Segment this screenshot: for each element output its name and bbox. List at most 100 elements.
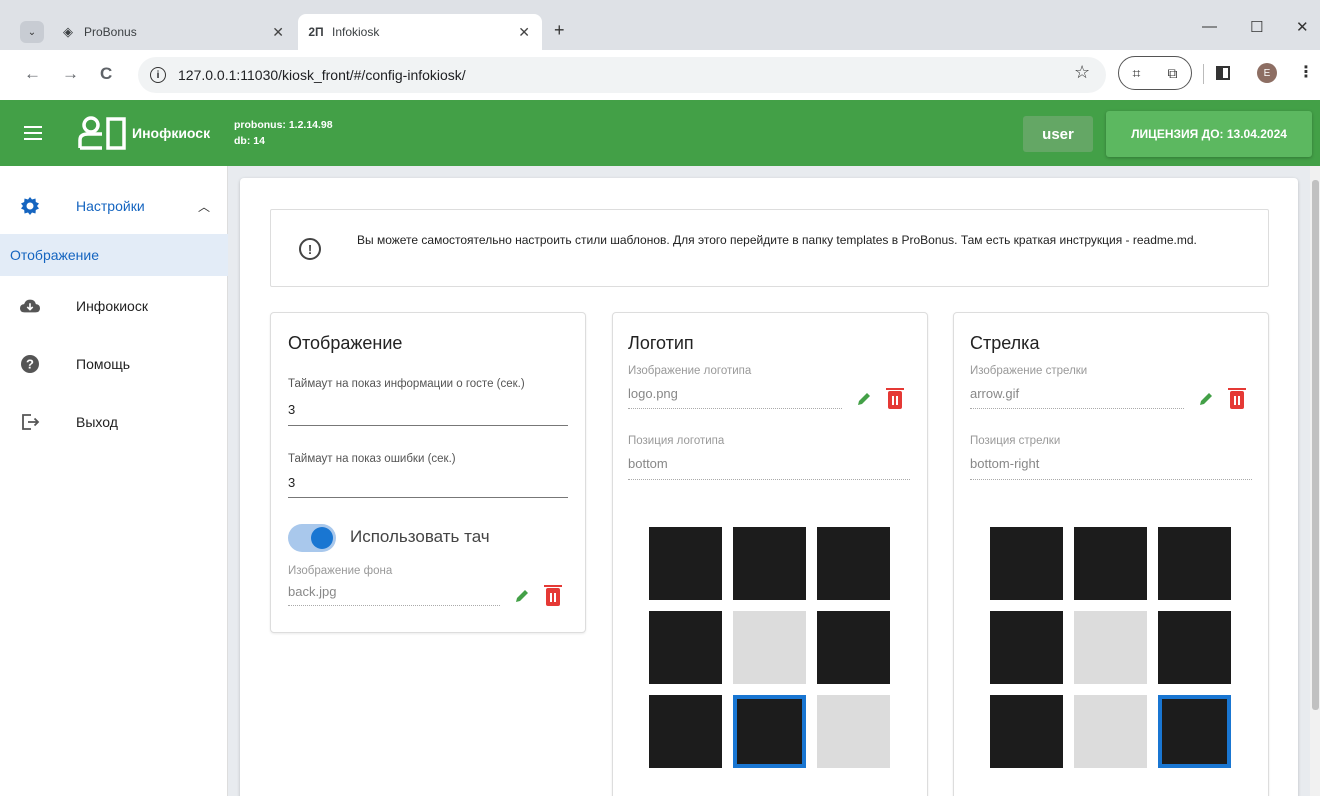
sidebar-item-logout[interactable]: Выход: [0, 402, 228, 442]
position-cell[interactable]: [817, 527, 890, 600]
url-text: 127.0.0.1:11030/kiosk_front/#/config-inf…: [178, 67, 466, 83]
forward-icon[interactable]: →: [62, 64, 79, 84]
position-cell[interactable]: [1074, 695, 1147, 768]
screenshot-icon[interactable]: ⌗: [1133, 65, 1141, 82]
toolbar-divider: [1203, 64, 1204, 84]
extensions-group: ⌗ ⧉: [1118, 56, 1192, 90]
position-cell[interactable]: [817, 695, 890, 768]
logout-icon: [20, 412, 40, 432]
arrow-image-underline: [970, 408, 1184, 409]
close-tab-icon[interactable]: ✕: [518, 24, 530, 41]
tab-search-button[interactable]: ⌄: [20, 21, 44, 43]
puzzle-icon[interactable]: ⧉: [1167, 65, 1177, 82]
position-cell[interactable]: [817, 611, 890, 684]
sidebar: Настройки ︿ Отображение Инфокиоск ? Помо…: [0, 166, 228, 796]
tab-title: Infokiosk: [332, 25, 380, 39]
user-button[interactable]: user: [1023, 116, 1093, 152]
kiosk-logo-icon: 2П: [308, 25, 324, 39]
sidebar-subitem-label: Отображение: [10, 247, 100, 263]
guest-timeout-input[interactable]: 3: [288, 402, 295, 417]
reload-icon[interactable]: C: [100, 64, 112, 84]
license-button[interactable]: ЛИЦЕНЗИЯ ДО: 13.04.2024: [1106, 111, 1312, 157]
close-window-button[interactable]: ✕: [1296, 18, 1309, 36]
back-icon[interactable]: ←: [24, 64, 41, 84]
version-info: probonus: 1.2.14.98 db: 14: [234, 117, 333, 149]
scrollbar-thumb[interactable]: [1312, 180, 1319, 710]
position-cell-selected[interactable]: [1158, 695, 1231, 768]
site-info-icon[interactable]: i: [150, 67, 166, 83]
info-alert: ! Вы можете самостоятельно настроить сти…: [270, 209, 1269, 287]
page-scrollbar[interactable]: [1310, 166, 1320, 796]
sidebar-item-label: Настройки: [76, 198, 145, 214]
error-timeout-input[interactable]: 3: [288, 475, 295, 490]
delete-bg-image-trash-icon[interactable]: [544, 585, 562, 606]
svg-text:?: ?: [26, 357, 34, 372]
bg-image-underline: [288, 605, 500, 606]
close-tab-icon[interactable]: ✕: [272, 24, 284, 41]
guest-timeout-underline: [288, 425, 568, 426]
arrow-position-grid: [990, 527, 1231, 768]
position-cell[interactable]: [1158, 527, 1231, 600]
tab-title: ProBonus: [84, 25, 137, 39]
app-header: Инофкиоск probonus: 1.2.14.98 db: 14 use…: [0, 100, 1320, 166]
profile-avatar[interactable]: E: [1257, 63, 1277, 83]
sidebar-subitem-display[interactable]: Отображение: [0, 234, 228, 276]
sidebar-item-label: Инфокиоск: [76, 298, 148, 314]
toggle-knob: [311, 527, 333, 549]
delete-logo-trash-icon[interactable]: [886, 388, 904, 409]
position-cell[interactable]: [649, 695, 722, 768]
sidebar-item-label: Помощь: [76, 356, 131, 372]
logo-image-label: Изображение логотипа: [628, 365, 752, 377]
logo-image-underline: [628, 408, 842, 409]
browser-menu-icon[interactable]: ⋮: [1298, 62, 1314, 82]
position-cell-selected[interactable]: [733, 695, 806, 768]
arrow-position-value: bottom-right: [970, 456, 1040, 471]
position-cell[interactable]: [990, 611, 1063, 684]
edit-arrow-pencil-icon[interactable]: [1198, 391, 1214, 407]
exclamation-icon: !: [299, 238, 321, 260]
edit-logo-pencil-icon[interactable]: [856, 391, 872, 407]
sidebar-item-infokiosk[interactable]: Инфокиоск: [0, 286, 228, 326]
menu-icon[interactable]: [24, 126, 42, 140]
side-panel-icon[interactable]: [1216, 66, 1230, 80]
error-timeout-label: Таймаут на показ ошибки (сек.): [288, 453, 456, 465]
edit-bg-image-pencil-icon[interactable]: [514, 588, 530, 604]
position-cell[interactable]: [649, 611, 722, 684]
gear-icon: [20, 196, 40, 216]
guest-timeout-label: Таймаут на показ информации о госте (сек…: [288, 378, 525, 390]
position-cell[interactable]: [990, 527, 1063, 600]
position-cell[interactable]: [649, 527, 722, 600]
logo-position-grid: [649, 527, 890, 768]
arrow-position-label: Позиция стрелки: [970, 435, 1061, 447]
logo-image-input: logo.png: [628, 386, 678, 401]
position-cell[interactable]: [1074, 527, 1147, 600]
logo-position-underline: [628, 479, 910, 480]
logo-card-title: Логотип: [628, 333, 694, 353]
cloud-icon: [20, 296, 40, 316]
sidebar-item-help[interactable]: ? Помощь: [0, 344, 228, 384]
display-card-title: Отображение: [288, 333, 403, 353]
db-line: db: 14: [234, 135, 265, 147]
position-cell[interactable]: [1074, 611, 1147, 684]
bookmark-star-icon[interactable]: ☆: [1074, 62, 1090, 83]
address-bar[interactable]: i 127.0.0.1:11030/kiosk_front/#/config-i…: [138, 57, 1106, 93]
app-title: Инофкиоск: [132, 125, 211, 141]
position-cell[interactable]: [733, 527, 806, 600]
version-line: probonus: 1.2.14.98: [234, 119, 333, 131]
arrow-image-label: Изображение стрелки: [970, 365, 1088, 377]
tab-probonus[interactable]: ◈ ProBonus ✕: [52, 14, 296, 50]
new-tab-button[interactable]: +: [554, 20, 565, 41]
bg-image-input: back.jpg: [288, 584, 337, 599]
position-cell[interactable]: [733, 611, 806, 684]
touch-toggle[interactable]: [288, 524, 336, 552]
maximize-button[interactable]: ☐: [1250, 18, 1263, 36]
chevron-up-icon[interactable]: ︿: [198, 198, 210, 215]
sidebar-item-settings[interactable]: Настройки ︿: [0, 186, 228, 226]
app-logo-icon: [78, 116, 126, 150]
position-cell[interactable]: [1158, 611, 1231, 684]
delete-arrow-trash-icon[interactable]: [1228, 388, 1246, 409]
minimize-button[interactable]: —: [1202, 18, 1217, 35]
bg-image-label: Изображение фона: [288, 565, 393, 577]
position-cell[interactable]: [990, 695, 1063, 768]
tab-infokiosk[interactable]: 2П Infokiosk ✕: [298, 14, 542, 50]
